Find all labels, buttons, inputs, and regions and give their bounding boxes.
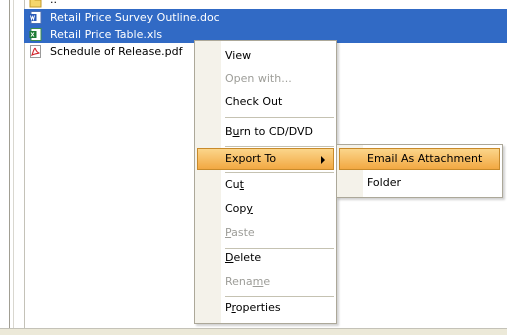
menu-item-properties[interactable]: Properties [197,297,334,319]
menu-item-cut[interactable]: Cut [197,174,334,196]
menu-item-check-out[interactable]: Check Out [197,91,334,113]
pdf-icon [30,45,41,58]
window-left-frame [6,0,25,335]
export-submenu: Email As Attachment Folder [336,144,503,198]
file-name: .. [50,0,57,5]
menu-item-email-attachment[interactable]: Email As Attachment [339,148,500,170]
menu-item-open-with: Open with... [197,68,334,90]
menu-item-label: Properties [225,301,281,314]
file-name: Retail Price Table.xls [50,28,163,41]
context-menu: View Open with... Check Out Burn to CD/D… [194,40,337,324]
menu-item-label: Export To [225,152,277,165]
submenu-arrow-icon [321,156,325,164]
frame-rail [13,0,14,335]
file-row-parent[interactable]: .. [24,0,507,9]
menu-item-label: Burn to CD/DVD [225,125,313,138]
menu-item-folder[interactable]: Folder [339,172,500,194]
frame-rail [9,0,10,335]
up-folder-icon [29,0,42,8]
menu-item-label: Open with... [225,72,292,85]
file-name: Schedule of Release.pdf [50,45,183,58]
menu-item-label: View [225,49,252,62]
menu-item-paste: Paste [197,222,334,244]
menu-separator [225,146,334,147]
menu-item-export-to[interactable]: Export To [197,148,334,170]
menu-item-label: Cut [225,178,244,191]
menu-item-label: Folder [367,176,401,189]
menu-item-copy[interactable]: Copy [197,198,334,220]
window-bottom-edge [0,328,507,335]
menu-item-rename: Rename [197,271,334,293]
word-doc-icon [29,11,42,24]
file-name: Retail Price Survey Outline.doc [50,11,220,24]
menu-item-delete[interactable]: Delete [197,247,334,269]
excel-xls-icon [29,28,42,41]
menu-item-label: Check Out [225,95,283,108]
menu-item-label: Paste [225,226,255,239]
menu-item-label: Email As Attachment [367,152,483,165]
menu-item-label: Copy [225,202,253,215]
menu-item-label: Rename [225,275,271,288]
menu-separator [225,117,334,118]
menu-separator [225,172,334,173]
menu-item-label: Delete [225,251,262,264]
file-row-doc[interactable]: Retail Price Survey Outline.doc [24,9,507,26]
menu-item-view[interactable]: View [197,45,334,67]
menu-item-burn-cd[interactable]: Burn to CD/DVD [197,121,334,143]
